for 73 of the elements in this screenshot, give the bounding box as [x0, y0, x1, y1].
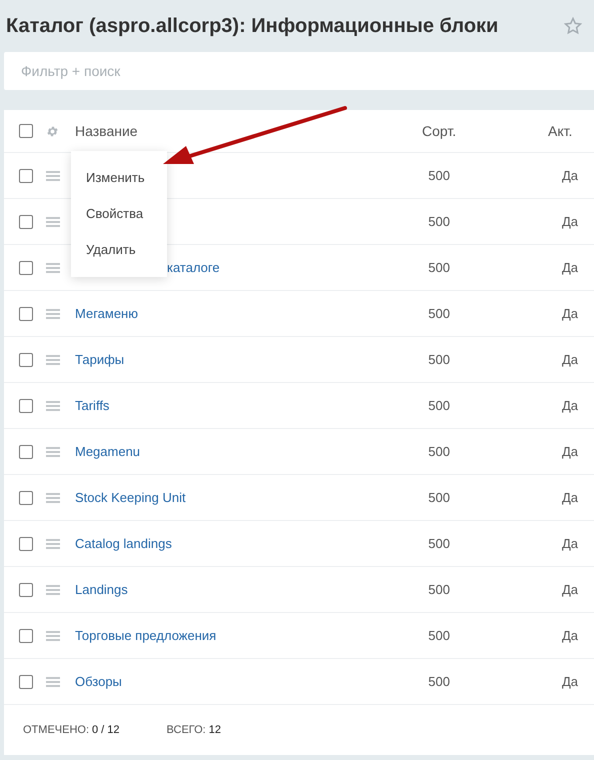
checkbox[interactable] — [19, 214, 33, 228]
table-cell-text: Да — [560, 488, 578, 507]
drag-handle-icon[interactable] — [46, 584, 60, 594]
drag-handle-icon[interactable] — [46, 538, 60, 548]
table-cell-text: Да — [560, 442, 578, 461]
table-cell-text: 500 — [427, 442, 450, 461]
table-cell-text: Да — [560, 672, 578, 691]
table-cell-text: Да — [560, 580, 578, 599]
row-link[interactable]: Stock Keeping Unit — [75, 490, 186, 504]
table-cell-text: 500 — [427, 350, 450, 369]
row-link[interactable]: Мегаменю — [75, 306, 138, 320]
drag-handle-icon[interactable] — [46, 676, 60, 686]
checkbox[interactable] — [19, 260, 33, 274]
table-cell-text: 500 — [427, 304, 450, 323]
row-link[interactable]: Megamenu — [75, 444, 140, 458]
table-cell-text: Да — [560, 212, 578, 231]
column-header[interactable]: Акт. — [548, 120, 594, 142]
menu-item[interactable]: Свойства — [71, 196, 167, 232]
table-cell-text: Да — [560, 166, 578, 185]
checked-count: 0 / 12 — [92, 722, 120, 738]
menu-item[interactable]: Удалить — [71, 232, 167, 268]
drag-handle-icon[interactable] — [46, 308, 60, 318]
table-cell-text: 500 — [427, 212, 450, 231]
table-cell-text: 500 — [427, 672, 450, 691]
menu-item[interactable]: Изменить — [71, 160, 167, 196]
checkbox[interactable] — [19, 398, 33, 412]
checkbox[interactable] — [19, 490, 33, 504]
table-cell-text: Да — [560, 304, 578, 323]
checked-label: ОТМЕЧЕНО: — [23, 722, 89, 738]
drag-handle-icon[interactable] — [46, 630, 60, 640]
table-cell-text: 500 — [427, 626, 450, 645]
row-link[interactable]: Обзоры — [75, 674, 122, 688]
filter-field[interactable]: Фильтр + поиск — [4, 52, 594, 90]
table-cell-text: Да — [560, 534, 578, 553]
row-link[interactable]: Catalog landings — [75, 536, 172, 550]
total-label: ВСЕГО: — [166, 722, 206, 738]
checkbox[interactable] — [19, 352, 33, 366]
checkbox[interactable] — [19, 444, 33, 458]
checkbox[interactable] — [19, 168, 33, 182]
table-cell-text: 500 — [427, 488, 450, 507]
row-link[interactable]: Тарифы — [75, 352, 124, 366]
checkbox[interactable] — [19, 582, 33, 596]
table-cell-text: 500 — [427, 396, 450, 415]
row-link[interactable]: Tariffs — [75, 398, 110, 412]
drag-handle-icon[interactable] — [46, 170, 60, 180]
checkbox[interactable] — [19, 628, 33, 642]
row-link[interactable]: каталоге — [167, 260, 220, 274]
drag-handle-icon[interactable] — [46, 400, 60, 410]
page-title: Каталог (aspro.allcorp3): Информационные блоки — [6, 14, 498, 38]
table-cell-text: 500 — [427, 534, 450, 553]
checkbox[interactable] — [19, 306, 33, 320]
checkbox[interactable] — [19, 674, 33, 688]
table-cell-text: Да — [560, 258, 578, 277]
drag-handle-icon[interactable] — [46, 354, 60, 364]
table-cell-text: Да — [560, 396, 578, 415]
drag-handle-icon[interactable] — [46, 492, 60, 502]
drag-handle-icon[interactable] — [46, 216, 60, 226]
checkbox[interactable] — [19, 536, 33, 550]
star-icon[interactable] — [564, 16, 582, 34]
drag-handle-icon[interactable] — [46, 446, 60, 456]
table-cell-text: 500 — [427, 166, 450, 185]
column-header[interactable]: Название — [75, 120, 138, 142]
table-cell-text: Да — [560, 626, 578, 645]
row-link[interactable]: Торговые предложения — [75, 628, 216, 642]
settings-icon[interactable] — [46, 124, 59, 138]
total-count: 12 — [208, 722, 221, 738]
table-cell-text: Да — [560, 350, 578, 369]
column-header[interactable]: Сорт. — [422, 120, 482, 142]
row-link[interactable]: Landings — [75, 582, 128, 596]
table-cell-text: 500 — [427, 580, 450, 599]
checkbox[interactable] — [19, 124, 33, 138]
drag-handle-icon[interactable] — [46, 262, 60, 272]
table-cell-text: 500 — [427, 258, 450, 277]
